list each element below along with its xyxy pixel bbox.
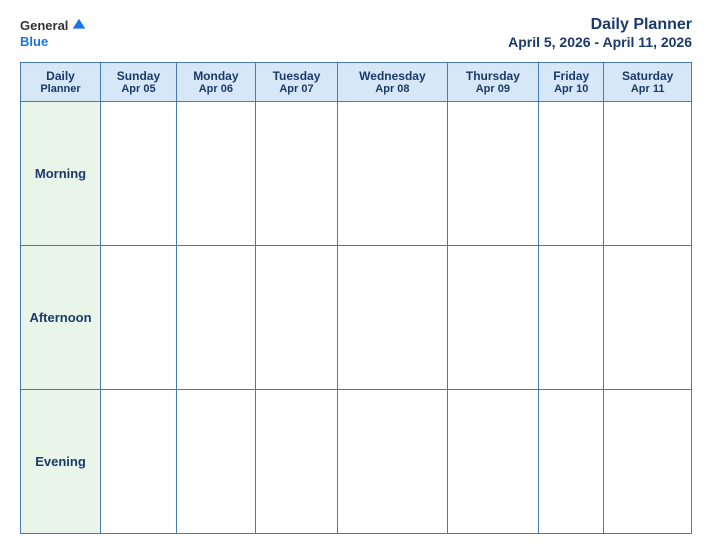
afternoon-wednesday-cell[interactable] (338, 246, 447, 390)
logo-blue: Blue (20, 34, 48, 49)
evening-sunday-cell[interactable] (101, 390, 177, 534)
col-header-thursday: Thursday Apr 09 (447, 63, 538, 102)
friday-name: Friday (543, 69, 599, 83)
evening-monday-cell[interactable] (176, 390, 255, 534)
morning-label: Morning (21, 102, 101, 246)
morning-monday-cell[interactable] (176, 102, 255, 246)
col-header-tuesday: Tuesday Apr 07 (255, 63, 337, 102)
afternoon-label: Afternoon (21, 246, 101, 390)
calendar-table: Daily Planner Sunday Apr 05 Monday Apr 0… (20, 62, 692, 534)
title-area: Daily Planner April 5, 2026 - April 11, … (508, 16, 692, 50)
col-header-saturday: Saturday Apr 11 (604, 63, 692, 102)
afternoon-friday-cell[interactable] (539, 246, 604, 390)
evening-friday-cell[interactable] (539, 390, 604, 534)
morning-friday-cell[interactable] (539, 102, 604, 246)
thursday-date: Apr 09 (452, 83, 534, 95)
wednesday-name: Wednesday (342, 69, 442, 83)
logo-text: General (20, 16, 88, 34)
wednesday-date: Apr 08 (342, 83, 442, 95)
afternoon-sunday-cell[interactable] (101, 246, 177, 390)
evening-saturday-cell[interactable] (604, 390, 692, 534)
evening-tuesday-cell[interactable] (255, 390, 337, 534)
date-range: April 5, 2026 - April 11, 2026 (508, 34, 692, 50)
afternoon-tuesday-cell[interactable] (255, 246, 337, 390)
col-header-sunday: Sunday Apr 05 (101, 63, 177, 102)
afternoon-row: Afternoon (21, 246, 692, 390)
header-row: Daily Planner Sunday Apr 05 Monday Apr 0… (21, 63, 692, 102)
sunday-name: Sunday (105, 69, 172, 83)
evening-row: Evening (21, 390, 692, 534)
tuesday-name: Tuesday (260, 69, 333, 83)
afternoon-monday-cell[interactable] (176, 246, 255, 390)
thursday-name: Thursday (452, 69, 534, 83)
afternoon-saturday-cell[interactable] (604, 246, 692, 390)
page-title: Daily Planner (508, 16, 692, 34)
evening-wednesday-cell[interactable] (338, 390, 447, 534)
tuesday-date: Apr 07 (260, 83, 333, 95)
col-header-monday: Monday Apr 06 (176, 63, 255, 102)
evening-thursday-cell[interactable] (447, 390, 538, 534)
col-header-friday: Friday Apr 10 (539, 63, 604, 102)
logo-general: General (20, 18, 68, 33)
morning-sunday-cell[interactable] (101, 102, 177, 246)
logo-area: General Blue (20, 16, 88, 49)
morning-thursday-cell[interactable] (447, 102, 538, 246)
monday-date: Apr 06 (181, 83, 251, 95)
planner-header-cell: Daily Planner (21, 63, 101, 102)
friday-date: Apr 10 (543, 83, 599, 95)
morning-saturday-cell[interactable] (604, 102, 692, 246)
planner-label-line1: Daily (25, 69, 96, 83)
afternoon-thursday-cell[interactable] (447, 246, 538, 390)
saturday-date: Apr 11 (608, 83, 687, 95)
morning-row: Morning (21, 102, 692, 246)
planner-label-line2: Planner (25, 83, 96, 95)
sunday-date: Apr 05 (105, 83, 172, 95)
morning-tuesday-cell[interactable] (255, 102, 337, 246)
evening-label: Evening (21, 390, 101, 534)
logo-icon (70, 16, 88, 34)
col-header-wednesday: Wednesday Apr 08 (338, 63, 447, 102)
header: General Blue Daily Planner April 5, 2026… (20, 16, 692, 50)
saturday-name: Saturday (608, 69, 687, 83)
morning-wednesday-cell[interactable] (338, 102, 447, 246)
monday-name: Monday (181, 69, 251, 83)
page: General Blue Daily Planner April 5, 2026… (0, 0, 712, 550)
